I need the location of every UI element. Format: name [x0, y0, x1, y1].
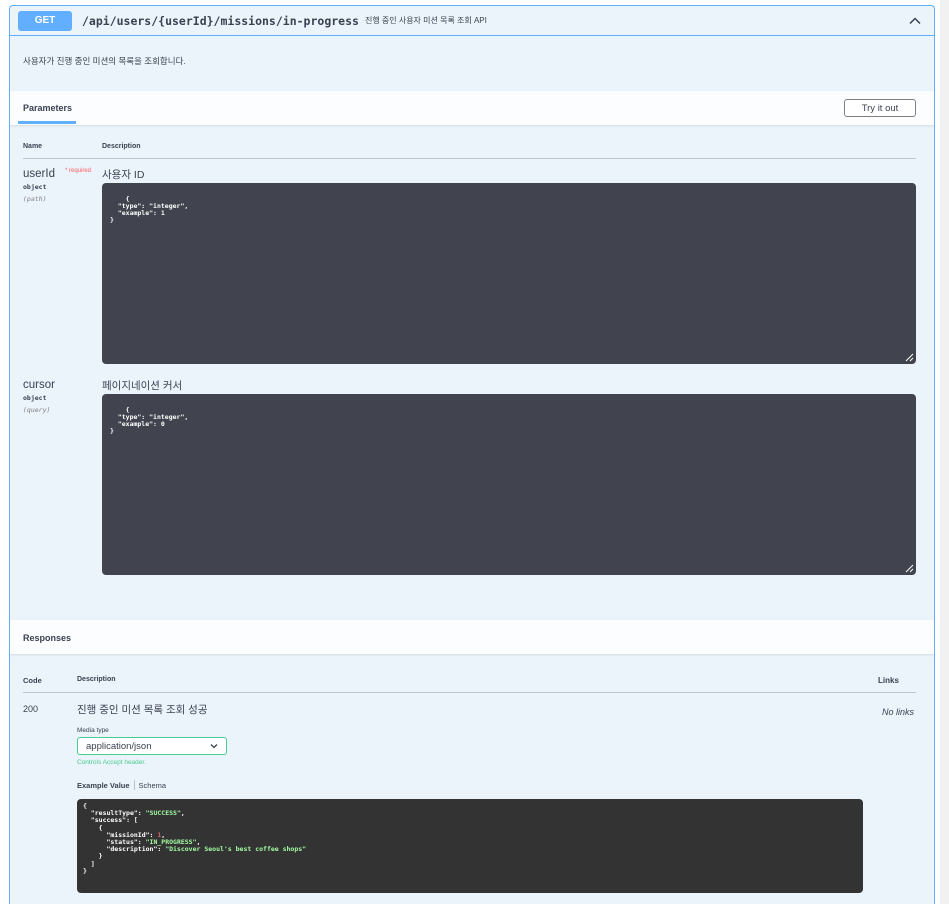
parameters-header: Parameters Try it out	[10, 91, 934, 125]
brace: {	[83, 802, 87, 810]
responses-header: Responses	[10, 620, 934, 654]
json-key: "description"	[106, 845, 158, 854]
schema-text: { "type": "integer", "example": 0 }	[110, 406, 189, 435]
tab-divider	[133, 780, 135, 790]
response-code: 200	[23, 704, 39, 714]
schema-text: { "type": "integer", "example": 1 }	[110, 195, 189, 224]
col-links-header: Links	[878, 676, 899, 685]
operation-description: 사용자가 진행 중인 미션의 목록을 조회합니다.	[23, 56, 186, 66]
media-type-label: Media type	[77, 727, 109, 734]
param-location: (path)	[23, 195, 47, 203]
table-divider	[23, 158, 916, 159]
method-badge: GET	[18, 10, 72, 31]
tab-schema[interactable]: Schema	[139, 781, 167, 790]
param-schema-cursor[interactable]: { "type": "integer", "example": 0 }	[102, 394, 916, 575]
example-value-code: { "resultType": "SUCCESS", "success": [ …	[77, 799, 863, 893]
endpoint-path: /api/users/{userId}/missions/in-progress	[82, 13, 359, 28]
try-it-out-button[interactable]: Try it out	[844, 99, 916, 117]
col-code-header: Code	[23, 676, 42, 685]
parameters-tab[interactable]: Parameters	[23, 103, 72, 113]
response-links: No links	[881, 707, 914, 717]
operation-summary-text: 진행 중인 사용자 미션 목록 조회 API	[364, 16, 487, 25]
required-marker: * required	[65, 168, 92, 174]
example-tabs: Example Value Schema	[77, 780, 166, 790]
operation-block: GET /api/users/{userId}/missions/in-prog…	[9, 5, 935, 904]
param-schema-userid[interactable]: { "type": "integer", "example": 1 }	[102, 183, 916, 364]
param-name-cursor: cursor	[23, 379, 55, 391]
col-description-header: Description	[77, 676, 116, 683]
chevron-down-icon	[210, 744, 218, 749]
response-description: 진행 중인 미션 목록 조회 성공	[77, 704, 208, 716]
tab-underline	[18, 121, 76, 124]
tab-example-value[interactable]: Example Value	[77, 781, 130, 790]
json-value-description: "Discover Seoul's best coffee shops"	[165, 845, 307, 854]
param-description-userid: 사용자 ID	[102, 169, 145, 181]
json-key: "success"	[90, 816, 127, 825]
responses-title: Responses	[23, 633, 72, 643]
accept-header-note: Controls Accept header.	[77, 759, 147, 766]
col-name-header: Name	[23, 143, 43, 150]
json-value-resulttype: "SUCCESS"	[145, 809, 181, 818]
media-type-select[interactable]: application/json	[77, 737, 227, 755]
media-type-value: application/json	[86, 740, 152, 752]
param-type: object	[23, 394, 47, 402]
page-scrollbar[interactable]	[940, 0, 949, 904]
resize-handle-icon[interactable]	[904, 563, 914, 573]
param-name-userid: userId	[23, 168, 55, 180]
param-description-cursor: 페이지네이션 커서	[102, 380, 183, 392]
param-type: object	[23, 183, 47, 191]
table-divider	[23, 692, 916, 693]
param-location: (query)	[23, 406, 51, 414]
resize-handle-icon[interactable]	[904, 352, 914, 362]
chevron-up-icon[interactable]	[908, 14, 922, 28]
col-description-header: Description	[102, 143, 141, 150]
operation-summary[interactable]: GET /api/users/{userId}/missions/in-prog…	[10, 6, 934, 36]
